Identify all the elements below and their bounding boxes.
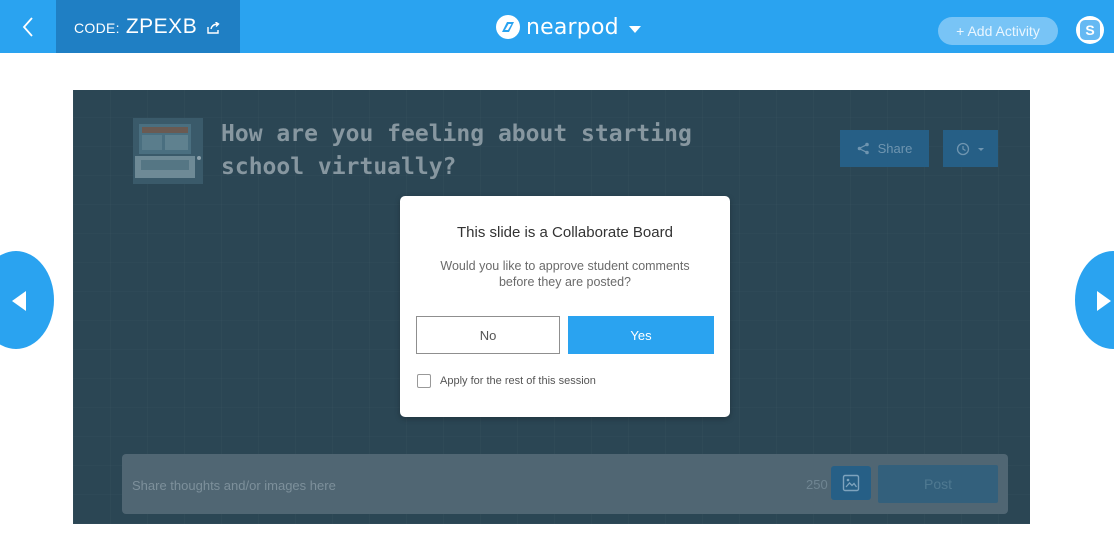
triangle-right-icon bbox=[1097, 291, 1111, 311]
approve-comments-dialog: This slide is a Collaborate Board Would … bbox=[400, 196, 730, 417]
share-button[interactable]: Share bbox=[840, 130, 929, 167]
code-label: CODE: bbox=[74, 20, 120, 36]
image-icon bbox=[842, 474, 860, 492]
yes-button[interactable]: Yes bbox=[568, 316, 714, 354]
back-button[interactable] bbox=[0, 0, 56, 53]
dialog-message: Would you like to approve student commen… bbox=[440, 259, 690, 289]
add-activity-button[interactable]: + Add Activity bbox=[938, 17, 1058, 45]
external-share-icon[interactable] bbox=[207, 22, 221, 34]
comment-input[interactable] bbox=[132, 474, 732, 496]
apply-session-option[interactable]: Apply for the rest of this session bbox=[417, 374, 596, 388]
timer-button[interactable] bbox=[943, 130, 998, 167]
avatar[interactable]: S bbox=[1076, 16, 1104, 44]
add-image-button[interactable] bbox=[831, 466, 871, 500]
code-value: ZPEXB bbox=[125, 14, 198, 38]
nearpod-window: CODE: ZPEXB nearpod + Add Activity S How… bbox=[0, 0, 1114, 551]
logo-text: nearpod bbox=[526, 14, 619, 40]
comment-composer: 250 Post bbox=[122, 454, 1008, 514]
question-title: How are you feeling about starting schoo… bbox=[221, 121, 692, 180]
caret-down-icon bbox=[628, 20, 641, 38]
apply-session-checkbox[interactable] bbox=[417, 374, 431, 388]
previous-slide-button[interactable] bbox=[0, 251, 54, 349]
apply-session-label: Apply for the rest of this session bbox=[440, 375, 596, 387]
triangle-left-icon bbox=[12, 291, 26, 311]
char-count: 250 bbox=[806, 477, 828, 492]
share-icon bbox=[857, 142, 869, 155]
no-button[interactable]: No bbox=[416, 316, 560, 354]
avatar-letter: S bbox=[1080, 20, 1100, 40]
share-label: Share bbox=[877, 141, 913, 156]
top-bar: CODE: ZPEXB nearpod + Add Activity S bbox=[0, 0, 1114, 53]
dialog-title: This slide is a Collaborate Board bbox=[457, 224, 673, 241]
laptop-icon bbox=[133, 118, 203, 184]
next-slide-button[interactable] bbox=[1075, 251, 1114, 349]
clock-icon bbox=[956, 142, 984, 155]
nearpod-logo-icon bbox=[496, 15, 520, 39]
post-button[interactable]: Post bbox=[878, 465, 998, 503]
chevron-left-icon bbox=[22, 16, 33, 37]
nearpod-logo-menu[interactable]: nearpod bbox=[496, 12, 641, 42]
session-code: CODE: ZPEXB bbox=[56, 0, 240, 53]
